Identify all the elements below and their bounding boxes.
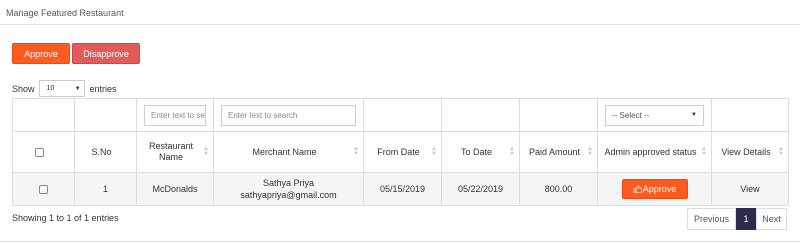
chevron-down-icon: ▼ — [691, 112, 697, 118]
approve-button[interactable]: Approve — [12, 43, 70, 64]
chevron-down-icon: ▼ — [74, 85, 81, 92]
pagination: Previous 1 Next — [687, 208, 787, 230]
page-title: Manage Featured Restaurant — [6, 8, 124, 18]
row-checkbox[interactable] — [39, 185, 48, 195]
current-page-button[interactable]: 1 — [736, 208, 756, 230]
column-header-restaurant-name[interactable]: Restaurant Name ▲ ▼ — [136, 131, 214, 173]
page-header: Manage Featured Restaurant — [0, 0, 800, 25]
table-info: Showing 1 to 1 of 1 entries — [12, 213, 119, 223]
column-header-view-details[interactable]: View Details ▲ ▼ — [711, 131, 789, 173]
sort-icon: ▲ ▼ — [509, 146, 515, 157]
featured-restaurant-table: Enter text to se Enter text to search --… — [12, 98, 789, 206]
disapprove-button[interactable]: Disapprove — [72, 43, 140, 64]
cell-paid-amount: 800.00 — [519, 172, 598, 206]
cell-restaurant: McDonalds — [136, 172, 214, 206]
column-header-merchant-name[interactable]: Merchant Name ▲ ▼ — [213, 131, 364, 173]
previous-page-button[interactable]: Previous — [687, 208, 736, 230]
next-page-button[interactable]: Next — [756, 208, 787, 230]
row-approve-button[interactable]: Approve — [621, 179, 688, 199]
column-header-paid-amount[interactable]: Paid Amount ▲ ▼ — [519, 131, 598, 173]
sort-icon: ▲ ▼ — [203, 146, 209, 157]
filter-row: Enter text to se Enter text to search --… — [12, 98, 789, 132]
entries-length-control: Show 10 ▼ entries — [12, 80, 117, 97]
row-approve-label: Approve — [642, 184, 677, 194]
divider — [0, 241, 800, 242]
sort-icon: ▲ ▼ — [701, 146, 707, 157]
entries-length-value: 10 — [46, 85, 55, 92]
status-filter-value: -- Select -- — [612, 110, 650, 120]
table-row: 1 McDonalds Sathya Priya sathyapriya@gma… — [12, 172, 789, 206]
cell-merchant: Sathya Priya sathyapriya@gmail.com — [213, 172, 364, 206]
merchant-name: Sathya Priya — [262, 178, 315, 188]
column-header-from-date[interactable]: From Date ▲ ▼ — [363, 131, 442, 173]
sort-icon: ▲ ▼ — [587, 146, 593, 157]
merchant-filter-input[interactable]: Enter text to search — [221, 104, 356, 126]
merchant-email: sathyapriya@gmail.com — [240, 190, 337, 200]
cell-to-date: 05/22/2019 — [441, 172, 520, 206]
column-header-to-date[interactable]: To Date ▲ ▼ — [441, 131, 520, 173]
view-details-link[interactable]: View — [740, 184, 759, 194]
entries-length-select[interactable]: 10 ▼ — [38, 80, 85, 97]
sort-icon: ▲ ▼ — [431, 146, 437, 157]
sort-icon: ▲ ▼ — [778, 146, 784, 157]
select-all-header — [12, 131, 75, 173]
cell-from-date: 05/15/2019 — [363, 172, 442, 206]
select-all-checkbox[interactable] — [35, 147, 44, 157]
table-header-row: S.No Restaurant Name ▲ ▼ Merchant Name ▲ ▼ F… — [12, 131, 789, 173]
entries-label: entries — [89, 83, 117, 94]
cell-sno: 1 — [74, 172, 137, 206]
show-label: Show — [12, 83, 35, 94]
column-header-sno[interactable]: S.No — [74, 131, 137, 173]
status-filter-select[interactable]: -- Select -- ▼ — [605, 104, 704, 126]
column-header-admin-status[interactable]: Admin approved status ▲ ▼ — [597, 131, 712, 173]
restaurant-filter-input[interactable]: Enter text to se — [144, 104, 206, 126]
sort-icon: ▲ ▼ — [353, 146, 359, 157]
thumbs-up-icon — [633, 185, 642, 193]
